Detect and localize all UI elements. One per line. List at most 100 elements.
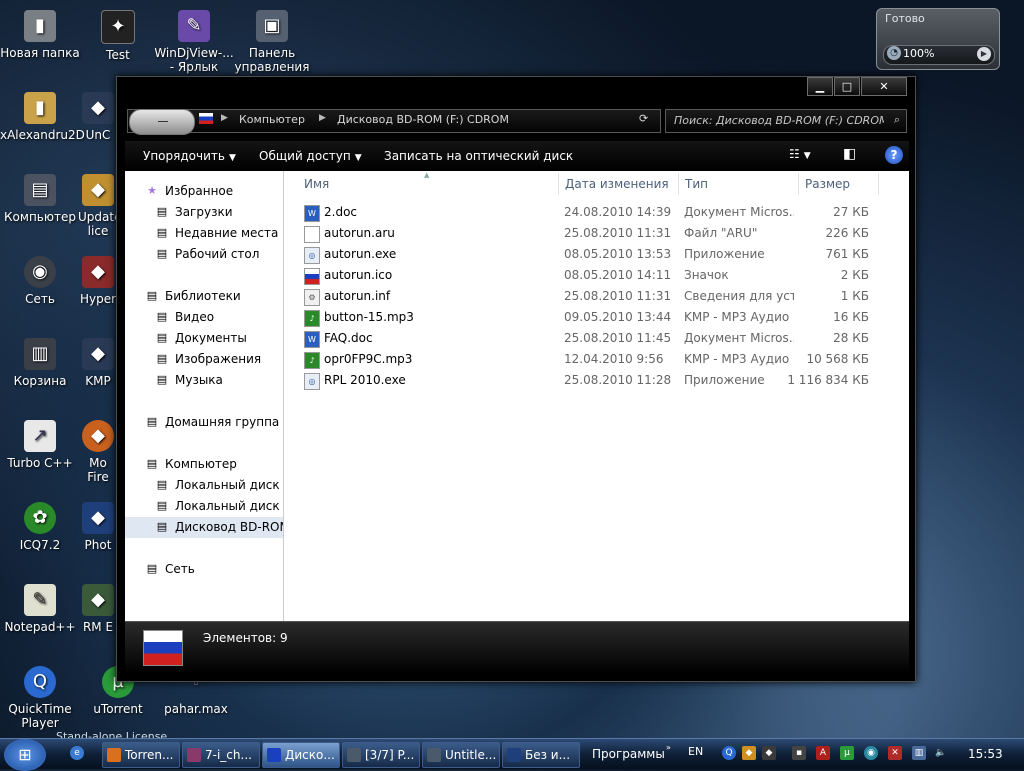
tray-icon[interactable]: ◆: [742, 746, 756, 760]
breadcrumb-current-drive[interactable]: Дисковод BD-ROM (F:) CDROM: [337, 113, 509, 126]
nav-item[interactable]: ▤ Музыка: [125, 370, 283, 391]
column-header-date[interactable]: Дата изменения: [565, 177, 669, 191]
file-size: 226 КБ: [825, 226, 869, 240]
nav-item[interactable]: ▤ Домашняя группа: [125, 412, 283, 433]
network-icon: ▤: [146, 562, 158, 575]
close-button[interactable]: ✕: [861, 77, 907, 96]
desktop-icon-control-panel[interactable]: ▣ Панель управления: [232, 10, 312, 74]
column-divider[interactable]: [678, 173, 679, 195]
tray-icon[interactable]: µ: [840, 746, 854, 760]
taskbar-button[interactable]: Диско...: [262, 742, 340, 768]
desktop-icon-photoshop[interactable]: ◆ Phot: [78, 502, 118, 552]
tray-icon[interactable]: ◉: [864, 746, 878, 760]
file-row[interactable]: ◎ autorun.exe 08.05.2010 13:53 Приложение 76…: [284, 244, 909, 265]
column-divider[interactable]: [878, 173, 879, 195]
desktop-icon-test[interactable]: ✦ Test: [78, 10, 158, 62]
start-button[interactable]: ⊞: [4, 739, 46, 771]
search-box[interactable]: Поиск: Дисковод BD-ROM (F:) CDROM ⌕: [665, 109, 907, 133]
preview-pane-icon[interactable]: ◧: [843, 146, 856, 162]
desktop-icon-quicktime[interactable]: Q QuickTime Player: [0, 666, 80, 730]
nav-item-label: Рабочий стол: [175, 247, 260, 261]
organize-button[interactable]: Упорядочить ▼: [143, 149, 236, 163]
taskbar-button[interactable]: Untitle...: [422, 742, 500, 768]
title-bar[interactable]: ▁ □ ✕: [117, 77, 915, 103]
view-options-button[interactable]: ☷ ▼: [789, 147, 811, 161]
nav-item[interactable]: ▤ Документы: [125, 328, 283, 349]
desktop-icon-computer[interactable]: ▤ Компьютер: [0, 174, 80, 224]
maximize-button[interactable]: □: [834, 77, 860, 96]
nav-item[interactable]: ▤ Библиотеки: [125, 286, 283, 307]
desktop-icon-hyper[interactable]: ◆ Hyper: [78, 256, 118, 306]
tray-icon[interactable]: A: [816, 746, 830, 760]
desktop-icon-unc[interactable]: ◆ UnC: [78, 92, 118, 142]
column-header-size[interactable]: Размер: [805, 177, 850, 191]
play-icon[interactable]: ▶: [977, 47, 991, 61]
tray-icon[interactable]: ◆: [762, 746, 776, 760]
desktop-icon-new-folder[interactable]: ▮ Новая папка: [0, 10, 80, 60]
tray-icon[interactable]: ✕: [888, 746, 902, 760]
download-gadget[interactable]: Готово ◔ 100% ▶: [876, 8, 1000, 70]
nav-item[interactable]: ▤ Видео: [125, 307, 283, 328]
libraries-icon: ▤: [146, 289, 158, 302]
file-row[interactable]: autorun.ico 08.05.2010 14:11 Значок 2 КБ: [284, 265, 909, 286]
taskbar-button[interactable]: [3/7] P...: [342, 742, 420, 768]
search-input[interactable]: Поиск: Дисковод BD-ROM (F:) CDROM: [674, 114, 884, 127]
exe-icon: ◎: [304, 373, 320, 390]
nav-item[interactable]: ▤ Компьютер: [125, 454, 283, 475]
column-header-name[interactable]: Имя: [304, 177, 329, 191]
volume-icon[interactable]: 🔈: [934, 746, 948, 760]
desktop-icon-recycle-bin[interactable]: ▥ Корзина: [0, 338, 80, 388]
column-header-type[interactable]: Тип: [685, 177, 708, 191]
tray-icon[interactable]: ▪: [792, 746, 806, 760]
ie-quicklaunch-icon[interactable]: e: [70, 746, 84, 760]
desktop-icon-windjview[interactable]: ✎ WinDjView-... - Ярлык: [154, 10, 234, 74]
desktop-icon-notepadpp[interactable]: ✎ Notepad++: [0, 584, 80, 634]
nav-item[interactable]: ▤ Недавние места: [125, 223, 283, 244]
chevron-right-icon[interactable]: ▶: [221, 113, 228, 123]
quicktime-tray-icon[interactable]: Q: [722, 746, 736, 760]
nav-item[interactable]: ▤ Локальный диск (C: [125, 475, 283, 496]
nav-item[interactable]: ▤ Изображения: [125, 349, 283, 370]
column-divider[interactable]: [798, 173, 799, 195]
nav-item[interactable]: ▤ Загрузки: [125, 202, 283, 223]
nav-item[interactable]: ▤ Локальный диск (D: [125, 496, 283, 517]
file-row[interactable]: autorun.aru 25.08.2010 11:31 Файл "ARU" 226…: [284, 223, 909, 244]
network-tray-icon[interactable]: ▥: [912, 746, 926, 760]
desktop-icon-turbo-cpp[interactable]: ↗ Turbo C++: [0, 420, 80, 470]
refresh-icon[interactable]: ⟳: [639, 112, 648, 125]
desktop-icon-kmp[interactable]: ◆ KMP: [78, 338, 118, 388]
back-forward-buttons[interactable]: [129, 109, 195, 135]
search-icon[interactable]: ⌕: [894, 113, 900, 127]
column-divider[interactable]: [558, 173, 559, 195]
clock[interactable]: 15:53: [968, 747, 1003, 761]
programs-toolbar[interactable]: Программы: [592, 747, 665, 761]
file-row[interactable]: ⚙ autorun.inf 25.08.2010 11:31 Сведения для…: [284, 286, 909, 307]
share-button[interactable]: Общий доступ ▼: [259, 149, 362, 163]
desktop-icon-icq[interactable]: ✿ ICQ7.2: [0, 502, 80, 552]
file-row[interactable]: W 2.doc 24.08.2010 14:39 Документ Micros...…: [284, 202, 909, 223]
desktop-icon-firefox[interactable]: ◆ Mo Fire: [78, 420, 118, 484]
nav-item[interactable]: ▤ Рабочий стол: [125, 244, 283, 265]
file-row[interactable]: ♪ button-15.mp3 09.05.2010 13:44 KMP - MP3 …: [284, 307, 909, 328]
language-indicator[interactable]: EN: [688, 745, 703, 758]
file-row[interactable]: W FAQ.doc 25.08.2010 11:45 Документ Micros.…: [284, 328, 909, 349]
nav-item[interactable]: ▤ Дисковод BD-ROM: [125, 517, 283, 538]
nav-item[interactable]: ★ Избранное: [125, 181, 283, 202]
file-row[interactable]: ♪ opr0FP9C.mp3 12.04.2010 9:56 KMP - MP3 Ау…: [284, 349, 909, 370]
chevron-right-icon[interactable]: ▶: [319, 113, 326, 123]
taskbar-button[interactable]: Без и...: [502, 742, 580, 768]
word-doc-icon: W: [304, 331, 320, 348]
desktop-icon-update[interactable]: ◆ Update lice: [78, 174, 118, 238]
burn-button[interactable]: Записать на оптический диск: [384, 149, 573, 163]
minimize-button[interactable]: ▁: [807, 77, 833, 96]
nav-item[interactable]: ▤ Сеть: [125, 559, 283, 580]
file-row[interactable]: ◎ RPL 2010.exe 25.08.2010 11:28 Приложение 1…: [284, 370, 909, 391]
desktop-icon-xalexandru[interactable]: ▮ xAlexandru2D: [0, 92, 85, 142]
breadcrumb-computer[interactable]: Компьютер: [239, 113, 305, 126]
desktop-icon-network[interactable]: ◉ Сеть: [0, 256, 80, 306]
taskbar-button[interactable]: Torren...: [102, 742, 180, 768]
desktop-icon-rm[interactable]: ◆ RM E: [78, 584, 118, 634]
chevron-icon[interactable]: »: [666, 743, 671, 752]
help-icon[interactable]: ?: [885, 146, 903, 164]
taskbar-button[interactable]: 7-i_ch...: [182, 742, 260, 768]
